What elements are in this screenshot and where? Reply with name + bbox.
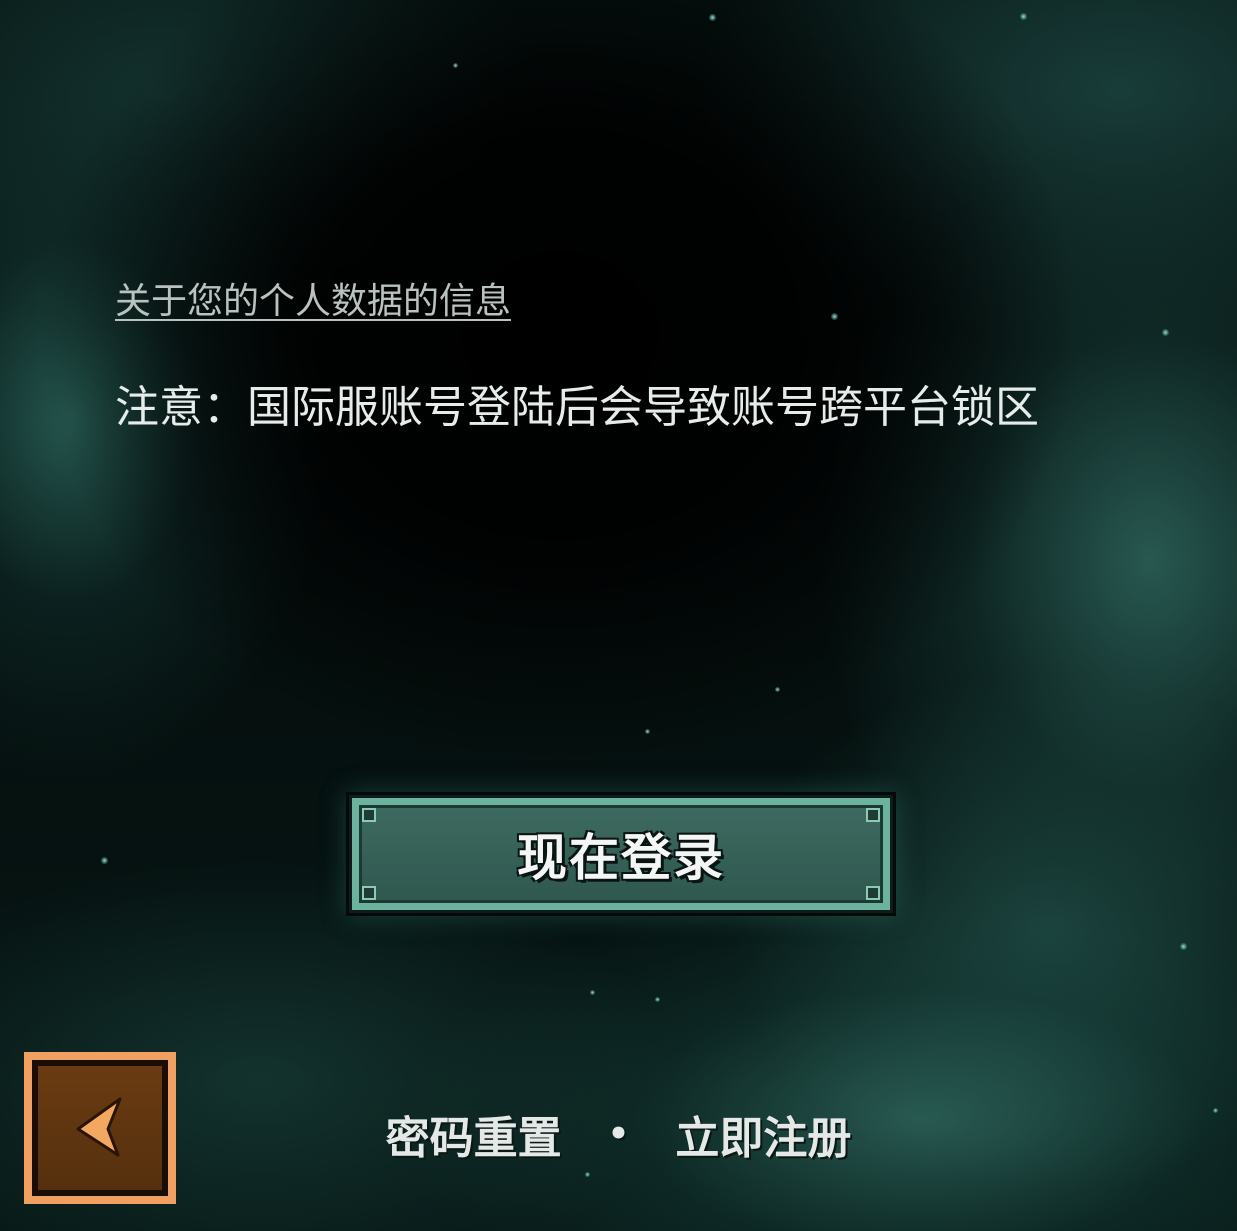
back-button-border — [32, 1060, 168, 1196]
link-separator: • — [607, 1114, 630, 1154]
star-decoration — [1162, 329, 1169, 336]
star-decoration — [645, 729, 650, 734]
star-decoration — [831, 313, 838, 320]
reset-password-link[interactable]: 密码重置 — [386, 1102, 562, 1166]
star-decoration — [1020, 13, 1027, 20]
back-button[interactable] — [24, 1052, 176, 1204]
star-decoration — [709, 14, 716, 21]
star-decoration — [101, 857, 108, 864]
star-decoration — [655, 997, 660, 1002]
back-button-face — [38, 1066, 162, 1190]
chevron-left-icon — [76, 1097, 122, 1157]
notice-text: 注意：国际服账号登陆后会导致账号跨平台锁区 — [115, 382, 1039, 433]
star-decoration — [1180, 943, 1187, 950]
login-now-button[interactable]: 现在登录 — [346, 792, 896, 916]
star-decoration — [775, 687, 780, 692]
account-links: 密码重置 • 立即注册 — [0, 1104, 1237, 1164]
star-decoration — [590, 990, 595, 995]
login-button-label: 现在登录 — [517, 829, 725, 887]
privacy-info-link[interactable]: 关于您的个人数据的信息 — [115, 278, 511, 326]
star-decoration — [585, 1172, 590, 1177]
star-decoration — [453, 63, 458, 68]
login-screen: 关于您的个人数据的信息 注意：国际服账号登陆后会导致账号跨平台锁区 现在登录 密… — [0, 0, 1237, 1231]
register-link[interactable]: 立即注册 — [675, 1102, 851, 1166]
